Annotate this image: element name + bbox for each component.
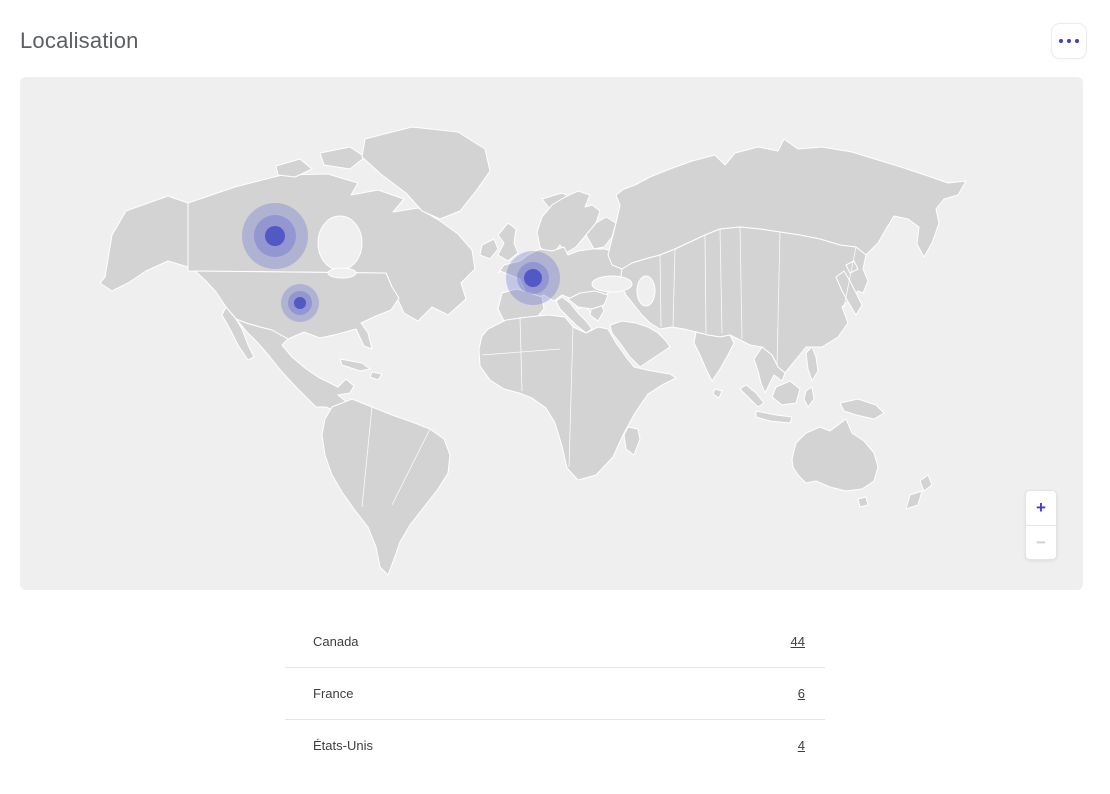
zoom-out-button[interactable]: − (1026, 525, 1056, 559)
black-sea (592, 276, 632, 292)
country-value-link[interactable]: 6 (798, 686, 805, 701)
table-row: États-Unis 4 (285, 719, 825, 771)
country-label: États-Unis (313, 738, 373, 753)
map-marker-canada[interactable] (242, 203, 308, 269)
hudson-bay (318, 216, 362, 270)
country-label: France (313, 686, 353, 701)
country-value-link[interactable]: 4 (798, 738, 805, 753)
map-marker-etats-unis[interactable] (281, 284, 319, 322)
world-map (20, 77, 1083, 590)
table-row: France 6 (285, 667, 825, 719)
country-table: Canada 44 France 6 États-Unis 4 (285, 615, 825, 771)
caspian-sea (637, 276, 655, 306)
country-value-link[interactable]: 44 (791, 634, 805, 649)
map-marker-france[interactable] (506, 251, 560, 305)
widget-header: Localisation (0, 0, 1110, 77)
map-zoom-control: + − (1025, 490, 1057, 560)
ellipsis-icon (1059, 39, 1079, 43)
more-options-button[interactable] (1051, 23, 1087, 59)
zoom-in-button[interactable]: + (1026, 491, 1056, 525)
great-lakes (328, 268, 356, 278)
table-row: Canada 44 (285, 615, 825, 667)
page-title: Localisation (20, 28, 139, 54)
country-label: Canada (313, 634, 359, 649)
world-map-panel: + − (20, 77, 1083, 590)
land-tasmania (858, 497, 868, 507)
